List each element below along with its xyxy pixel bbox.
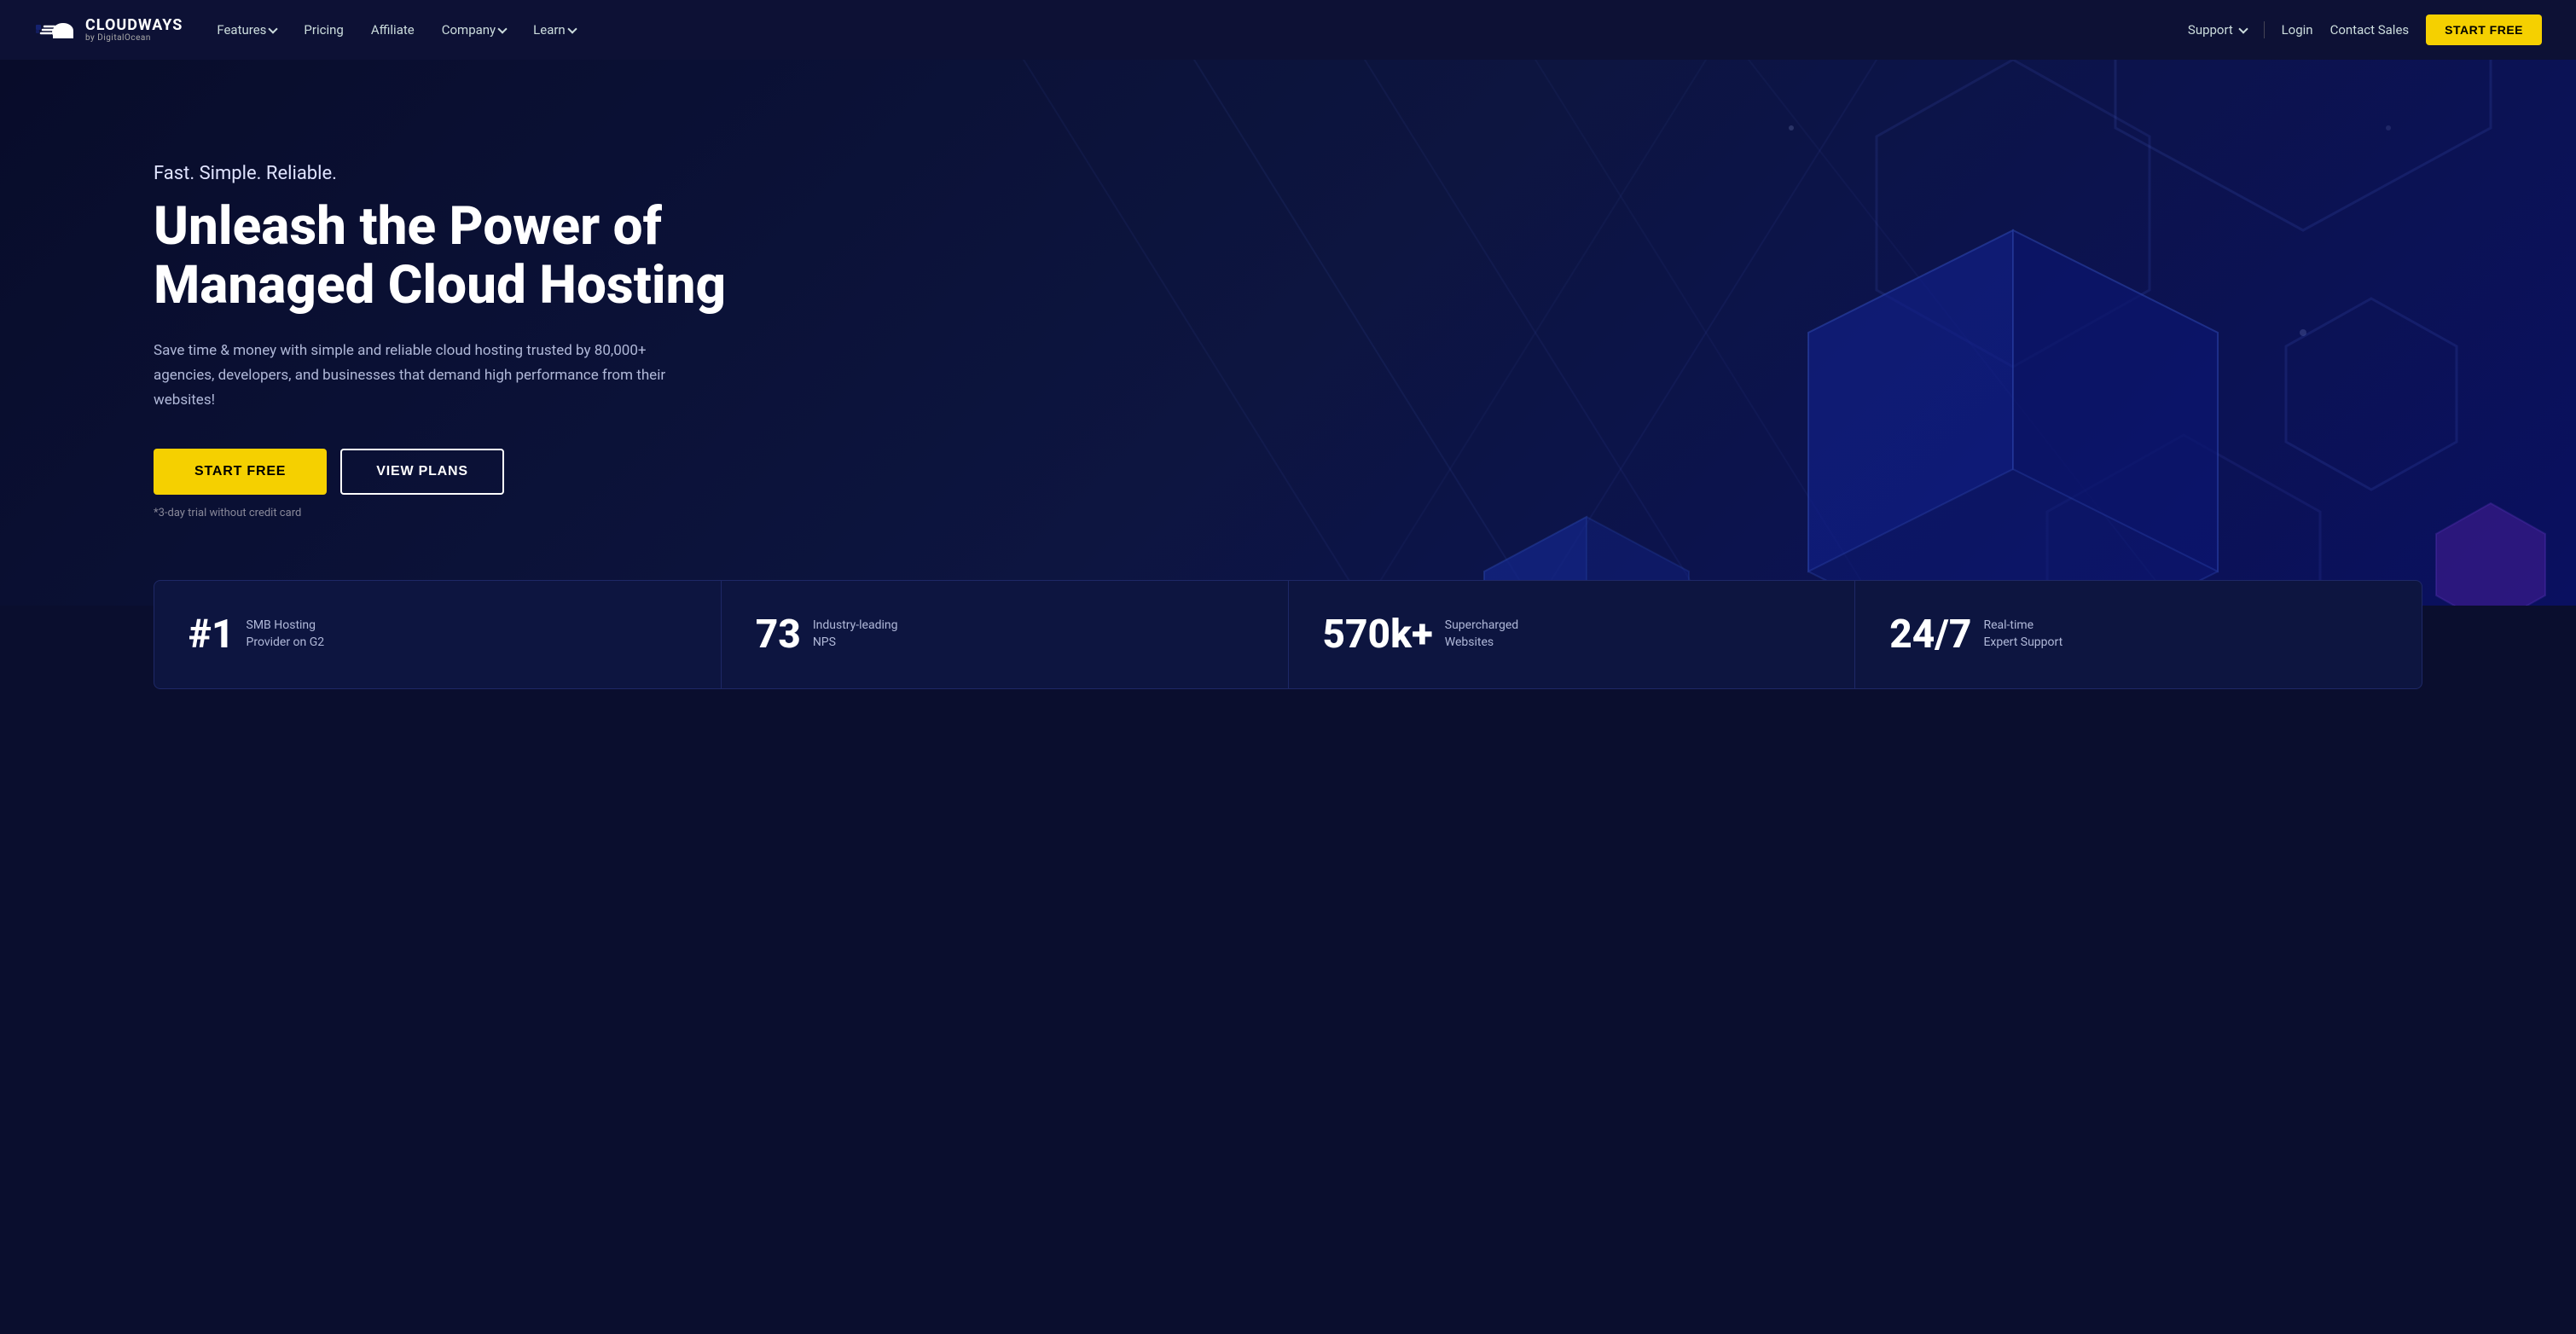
hero-tagline: Fast. Simple. Reliable. [154, 163, 726, 184]
nav-right: Support Login Contact Sales START FREE [2188, 14, 2542, 45]
logo[interactable]: CLOUDWAYS by DigitalOcean [34, 14, 183, 45]
nav-item-features[interactable]: Features [217, 22, 276, 38]
stat-label-websites: SuperchargedWebsites [1445, 618, 1518, 651]
nav-divider [2264, 21, 2265, 38]
nav-links: Features Pricing Affiliate Company [217, 22, 575, 38]
nav-item-learn[interactable]: Learn [533, 22, 576, 38]
chevron-down-icon [269, 24, 278, 33]
nav-item-affiliate[interactable]: Affiliate [371, 22, 415, 38]
nav-item-company[interactable]: Company [442, 22, 506, 38]
logo-icon [34, 14, 77, 45]
stat-item-smb: #1 SMB HostingProvider on G2 [154, 581, 722, 688]
hero-trial-note: *3-day trial without credit card [154, 507, 726, 519]
stat-number-websites: 570k+ [1323, 612, 1433, 658]
hero-title: Unleash the Power ofManaged Cloud Hostin… [154, 198, 726, 314]
stat-number-smb: #1 [189, 612, 235, 658]
chevron-down-icon [567, 24, 577, 33]
stat-item-support: 24/7 Real-timeExpert Support [1855, 581, 2422, 688]
hero-view-plans-button[interactable]: VIEW PLANS [340, 449, 504, 495]
hero-section: Fast. Simple. Reliable. Unleash the Powe… [0, 60, 2576, 606]
stat-item-websites: 570k+ SuperchargedWebsites [1289, 581, 1856, 688]
chevron-down-icon [497, 24, 507, 33]
nav-left: CLOUDWAYS by DigitalOcean Features Prici… [34, 14, 576, 45]
nav-support-link[interactable]: Support [2188, 22, 2247, 38]
hero-buttons: START FREE VIEW PLANS [154, 449, 726, 495]
nav-start-free-button[interactable]: START FREE [2426, 14, 2542, 45]
hero-description: Save time & money with simple and reliab… [154, 339, 682, 413]
stat-number-support: 24/7 [1889, 612, 1971, 658]
stat-label-nps: Industry-leadingNPS [813, 618, 898, 651]
nav-item-pricing[interactable]: Pricing [304, 22, 343, 38]
navbar: CLOUDWAYS by DigitalOcean Features Prici… [0, 0, 2576, 60]
hero-start-free-button[interactable]: START FREE [154, 449, 327, 495]
stat-number-nps: 73 [756, 612, 801, 658]
logo-text: CLOUDWAYS by DigitalOcean [85, 17, 183, 44]
stat-label-support: Real-timeExpert Support [1983, 618, 2063, 651]
nav-login-link[interactable]: Login [2282, 22, 2313, 38]
nav-contact-sales-link[interactable]: Contact Sales [2330, 22, 2410, 38]
stats-bar: #1 SMB HostingProvider on G2 73 Industry… [154, 580, 2422, 689]
stat-item-nps: 73 Industry-leadingNPS [722, 581, 1289, 688]
stat-label-smb: SMB HostingProvider on G2 [247, 618, 325, 651]
hero-content: Fast. Simple. Reliable. Unleash the Powe… [154, 163, 726, 519]
chevron-down-icon [2238, 24, 2248, 33]
